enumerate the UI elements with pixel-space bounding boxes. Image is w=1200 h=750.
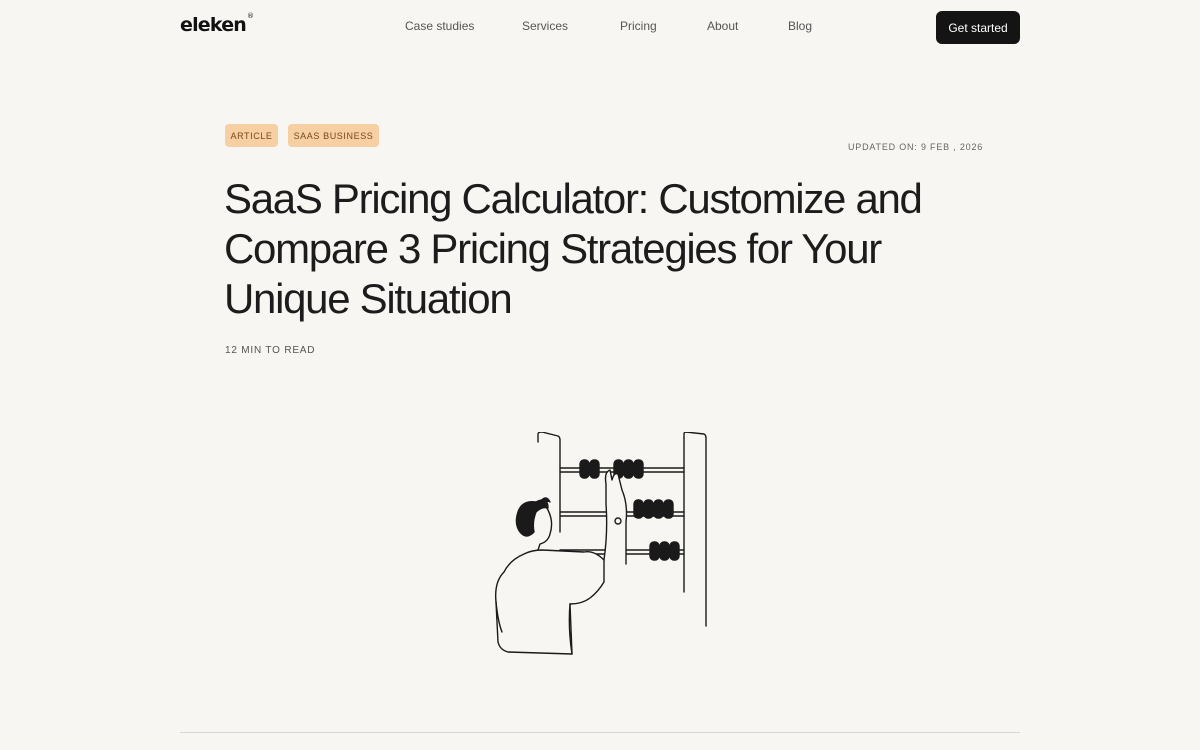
logo[interactable]: eleken® [180,11,254,36]
site-header: eleken® Case studies Services Pricing Ab… [0,0,1200,54]
nav-blog[interactable]: Blog [788,19,812,33]
nav-pricing[interactable]: Pricing [620,19,657,33]
page-title: SaaS Pricing Calculator: Customize and C… [224,175,923,322]
tag-article[interactable]: ARTICLE [225,124,278,147]
nav-case-studies[interactable]: Case studies [405,19,474,33]
nav-services[interactable]: Services [522,19,568,33]
tag-saas-business[interactable]: SAAS BUSINESS [288,124,379,147]
logo-text: eleken [180,14,247,36]
nav-about[interactable]: About [707,19,738,33]
read-time: 12 MIN TO READ [225,345,316,356]
logo-registered-mark: ® [247,11,254,20]
abacus-beads-row-3 [649,541,680,561]
abacus-beads-row-2 [633,499,674,519]
section-divider [180,732,1020,733]
get-started-button[interactable]: Get started [936,11,1020,44]
updated-date: UPDATED ON: 9 FEB , 2026 [848,142,984,152]
person-with-abacus-illustration [494,432,707,655]
abacus-right-post [683,432,707,627]
